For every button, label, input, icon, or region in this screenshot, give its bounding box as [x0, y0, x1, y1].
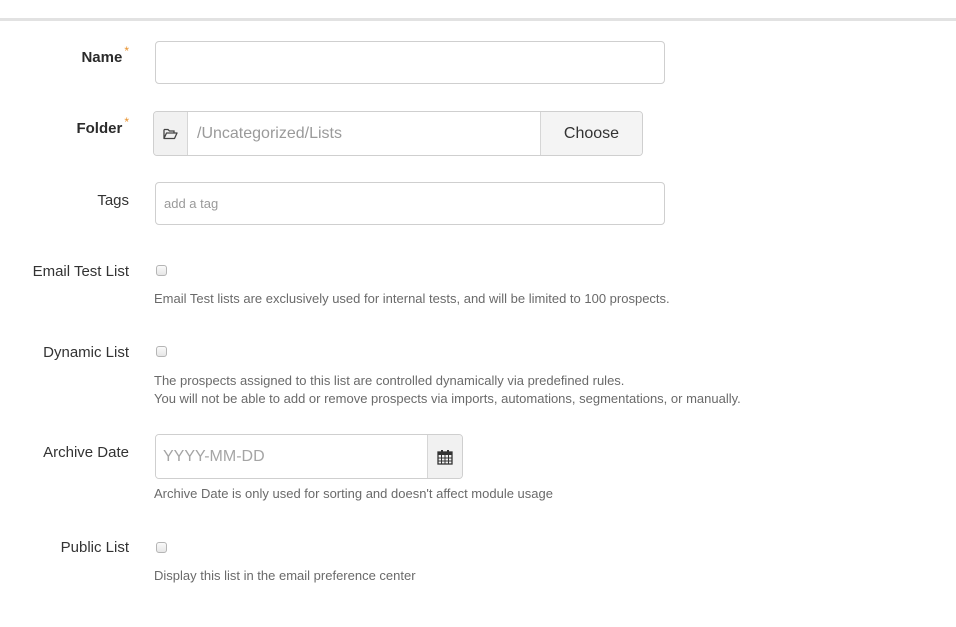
top-divider [0, 18, 956, 21]
dynamic-list-help-line1: The prospects assigned to this list are … [154, 373, 625, 388]
archive-date-help: Archive Date is only used for sorting an… [154, 486, 553, 501]
folder-label-text: Folder [76, 120, 123, 137]
tags-input[interactable] [155, 182, 665, 225]
email-test-list-label: Email Test List [32, 263, 129, 280]
name-label: Name * [81, 44, 129, 66]
folder-path: /Uncategorized/Lists [197, 124, 342, 142]
dynamic-list-checkbox[interactable] [156, 346, 167, 357]
dynamic-list-label: Dynamic List [43, 344, 129, 361]
calendar-icon[interactable] [427, 435, 462, 478]
required-asterisk: * [124, 44, 129, 58]
email-test-list-help: Email Test lists are exclusively used fo… [154, 291, 670, 306]
name-input[interactable] [155, 41, 665, 84]
public-list-checkbox[interactable] [156, 542, 167, 553]
archive-date-input[interactable] [156, 435, 427, 478]
folder-label: Folder * [76, 115, 129, 137]
public-list-help: Display this list in the email preferenc… [154, 568, 416, 583]
dynamic-list-help-line2: You will not be able to add or remove pr… [154, 391, 741, 406]
tags-label: Tags [97, 192, 129, 209]
archive-date-picker [155, 434, 463, 479]
choose-folder-button[interactable]: Choose [540, 112, 642, 155]
folder-picker: /Uncategorized/Lists Choose [153, 111, 643, 156]
archive-date-label: Archive Date [43, 444, 129, 461]
public-list-label: Public List [60, 539, 129, 556]
email-test-list-checkbox[interactable] [156, 265, 167, 276]
folder-open-icon [154, 112, 188, 155]
required-asterisk: * [124, 115, 129, 129]
name-label-text: Name [81, 49, 123, 66]
